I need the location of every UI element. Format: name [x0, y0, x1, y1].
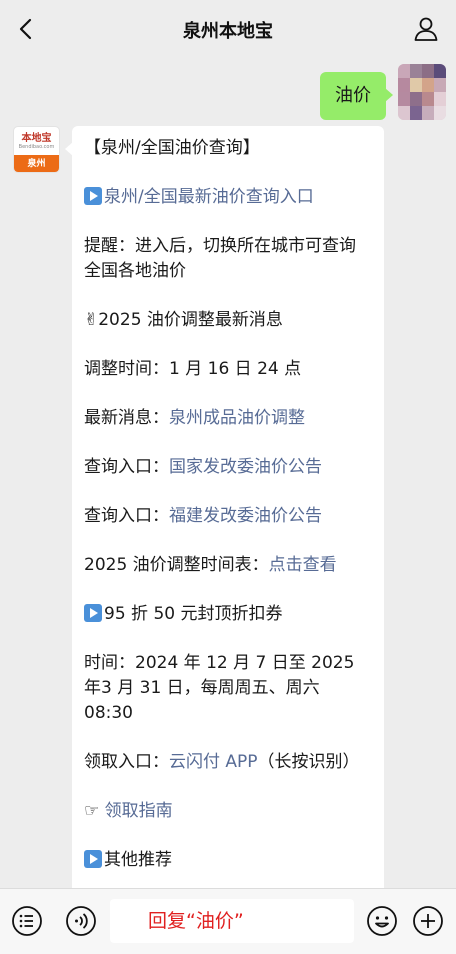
claim-note: （长按识别）: [257, 752, 360, 772]
chat-area[interactable]: 油价 本地宝 Bendibao.com 泉州 【泉州/全国油价查询】 泉州/全国…: [0, 58, 456, 888]
schedule-link[interactable]: 点击查看: [269, 555, 337, 575]
list-icon[interactable]: [11, 905, 43, 937]
news-heading: ✌2025 油价调整最新消息: [84, 310, 283, 330]
query1-row: 查询入口：国家发改委油价公告: [84, 455, 372, 480]
guide-link[interactable]: 领取指南: [105, 801, 173, 821]
play-icon: [84, 187, 102, 205]
bot-logo: 本地宝 Bendibao.com: [14, 127, 59, 155]
coupon-time: 时间：2024 年 12 月 7 日至 2025 年3 月 31 日，每周周五、…: [84, 653, 355, 723]
plus-icon[interactable]: [412, 905, 444, 937]
top-bar: 泉州本地宝: [0, 0, 456, 58]
entry-link[interactable]: 泉州/全国最新油价查询入口: [104, 187, 314, 207]
bot-logo-text: 本地宝: [21, 132, 52, 144]
query1-link[interactable]: 国家发改委油价公告: [169, 457, 322, 477]
adjust-time: 调整时间：1 月 16 日 24 点: [84, 359, 302, 379]
pointing-hand-icon: ☞: [84, 801, 100, 821]
voice-icon[interactable]: [65, 905, 97, 937]
latest-link[interactable]: 泉州成品油价调整: [169, 408, 305, 428]
coupon-row: 95 折 50 元封顶折扣券: [84, 602, 372, 627]
schedule-row: 2025 油价调整时间表：点击查看: [84, 553, 372, 578]
page-title: 泉州本地宝: [183, 21, 273, 42]
query1-label: 查询入口：: [84, 457, 169, 477]
coupon-title: 95 折 50 元封顶折扣券: [104, 604, 283, 624]
other-row: 其他推荐: [84, 848, 372, 873]
bot-avatar[interactable]: 本地宝 Bendibao.com 泉州: [13, 126, 60, 173]
claim-link[interactable]: 云闪付 APP: [169, 752, 258, 772]
outgoing-message-row: 油价: [296, 64, 446, 120]
reply-input[interactable]: 回复“油价”: [110, 899, 354, 943]
message-title: 【泉州/全国油价查询】: [84, 138, 260, 158]
guide-row: ☞ 领取指南: [84, 799, 372, 824]
other-recommend[interactable]: 其他推荐: [104, 850, 172, 870]
claim-row: 领取入口：云闪付 APP（长按识别）: [84, 750, 372, 775]
query2-label: 查询入口：: [84, 506, 169, 526]
outgoing-message-bubble[interactable]: 油价: [320, 72, 393, 120]
emoji-icon[interactable]: [366, 905, 398, 937]
bot-logo-site: Bendibao.com: [18, 143, 55, 150]
query2-link[interactable]: 福建发改委油价公告: [169, 506, 322, 526]
user-avatar[interactable]: [398, 64, 446, 120]
claim-label: 领取入口：: [84, 752, 169, 772]
query2-row: 查询入口：福建发改委油价公告: [84, 504, 372, 529]
person-icon[interactable]: [412, 15, 440, 43]
play-icon: [84, 604, 102, 622]
schedule-label: 2025 油价调整时间表：: [84, 555, 269, 575]
play-icon: [84, 850, 102, 868]
reminder-text: 提醒：进入后，切换所在城市可查询全国各地油价: [84, 236, 356, 281]
latest-label: 最新消息：: [84, 408, 169, 428]
bot-logo-city: 泉州: [14, 155, 59, 172]
entry-row: 泉州/全国最新油价查询入口: [84, 185, 372, 210]
incoming-message-bubble: 【泉州/全国油价查询】 泉州/全国最新油价查询入口 提醒：进入后，切换所在城市可…: [65, 126, 384, 888]
bottom-bar: 回复“油价”: [0, 888, 456, 954]
latest-row: 最新消息：泉州成品油价调整: [84, 406, 372, 431]
